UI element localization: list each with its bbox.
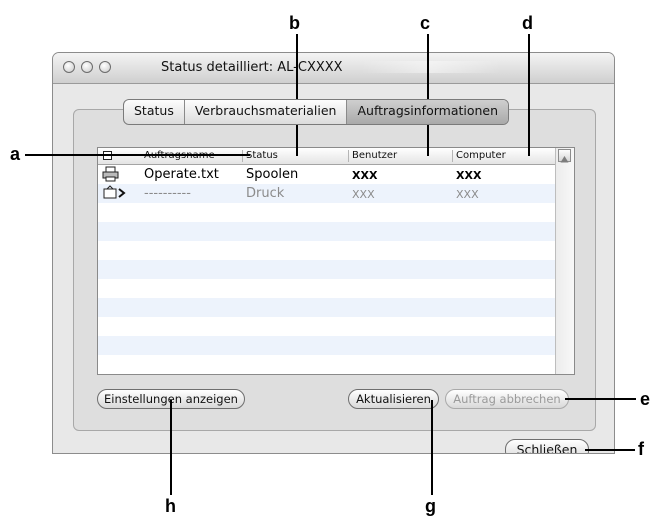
callout-letter-f: f [638,439,644,459]
table-header: Auftragsname Status Benutzer Computer [98,148,556,165]
callout-letter-c: c [420,13,431,33]
job-computer: XXX [456,169,482,182]
table-row [98,336,556,355]
callout-line-h [170,400,172,495]
callout-line-d [528,34,530,156]
print-queue-arrow-icon [102,185,128,205]
callout-line-b [296,34,298,156]
callout-line-g [431,400,433,495]
table-row [98,260,556,279]
column-header-status[interactable]: Status [246,150,278,161]
job-list: Operate.txt Spoolen XXX XXX ---------- D… [98,165,556,374]
table-row[interactable]: ---------- Druck XXX XXX [98,184,556,203]
table-row [98,203,556,222]
table-row [98,279,556,298]
callout-line-c [427,34,429,156]
callout-letter-h: h [165,496,176,516]
job-name: Operate.txt [144,167,219,182]
job-user: XXX [352,188,375,201]
scroll-up-arrow-icon[interactable] [558,149,571,163]
close-window-icon[interactable] [63,61,75,73]
tab-bar: Status Verbrauchsmaterialien Auftragsinf… [123,99,510,125]
tab-job-information[interactable]: Auftragsinformationen [347,100,509,124]
zoom-window-icon[interactable] [99,61,111,73]
refresh-button[interactable]: Aktualisieren [348,389,439,409]
callout-letter-b: b [289,13,300,33]
job-status: Druck [246,186,285,201]
printer-icon [102,166,120,186]
status-dialog-window: Status detailliert: AL-CXXXX Status Verb… [52,52,615,454]
callout-letter-g: g [425,496,436,516]
callout-line-e [565,398,636,400]
job-status: Spoolen [246,167,299,182]
table-row [98,298,556,317]
callout-letter-d: d [522,13,533,33]
minimize-window-icon[interactable] [81,61,93,73]
job-name: ---------- [144,186,191,201]
document-column-icon [102,150,113,164]
callout-letter-a: a [10,144,21,164]
callout-line-f [585,449,635,451]
callout-line-a [25,154,250,156]
job-user: XXX [352,169,378,182]
column-header-computer[interactable]: Computer [456,150,506,161]
tab-consumables[interactable]: Verbrauchsmaterialien [185,100,348,124]
close-button[interactable]: Schließen [505,439,589,453]
vertical-scrollbar[interactable] [555,148,574,374]
job-table: Auftragsname Status Benutzer Computer Op… [97,147,575,375]
table-row [98,241,556,260]
table-row[interactable]: Operate.txt Spoolen XXX XXX [98,165,556,184]
job-computer: XXX [456,188,479,201]
table-row [98,222,556,241]
table-row [98,355,556,374]
table-row [98,317,556,336]
cancel-job-button[interactable]: Auftrag abbrechen [445,389,569,409]
window-title: Status detailliert: AL-CXXXX [161,60,343,75]
tab-status[interactable]: Status [124,100,185,124]
callout-letter-e: e [640,389,651,409]
column-header-user[interactable]: Benutzer [352,150,397,161]
